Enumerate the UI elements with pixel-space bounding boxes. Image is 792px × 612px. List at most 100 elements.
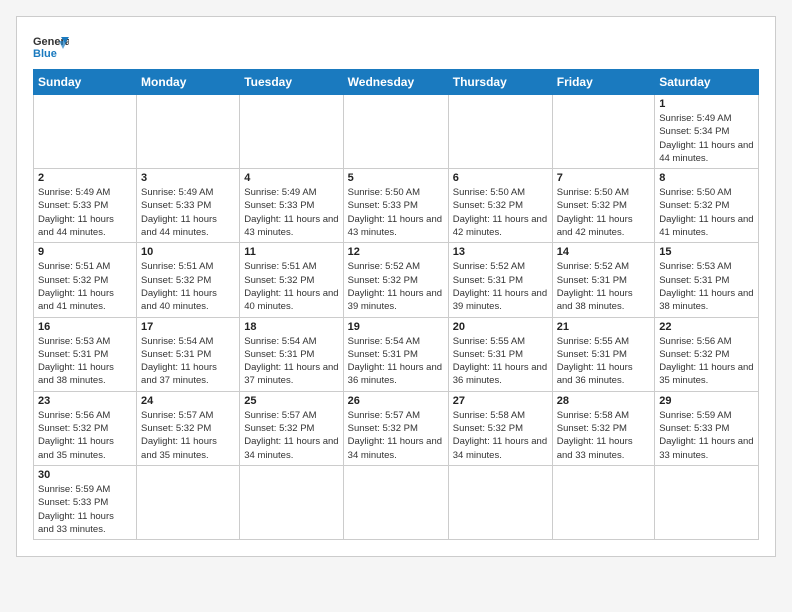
calendar-cell (137, 95, 240, 169)
calendar-cell: 18 Sunrise: 5:54 AM Sunset: 5:31 PM Dayli… (240, 317, 343, 391)
calendar-cell: 12Sunrise: 5:52 AM Sunset: 5:32 PM Dayli… (343, 243, 448, 317)
calendar-cell: 11 Sunrise: 5:51 AM Sunset: 5:32 PM Dayli… (240, 243, 343, 317)
calendar-cell (552, 465, 654, 539)
calendar-cell: 5Sunrise: 5:50 AM Sunset: 5:33 PM Daylig… (343, 169, 448, 243)
calendar-cell: 17 Sunrise: 5:54 AM Sunset: 5:31 PM Dayli… (137, 317, 240, 391)
calendar-day-header: Wednesday (343, 70, 448, 95)
calendar-cell: 26Sunrise: 5:57 AM Sunset: 5:32 PM Dayli… (343, 391, 448, 465)
cell-content: Sunrise: 5:51 AM Sunset: 5:32 PM Dayligh… (244, 260, 338, 313)
svg-text:Blue: Blue (33, 48, 57, 60)
day-number: 27 (453, 395, 548, 407)
calendar-week-row: 2 Sunrise: 5:49 AM Sunset: 5:33 PM Daylig… (34, 169, 759, 243)
calendar-day-header: Thursday (448, 70, 552, 95)
day-number: 16 (38, 321, 132, 333)
cell-content: Sunrise: 5:52 AM Sunset: 5:32 PM Dayligh… (348, 260, 444, 313)
cell-content: Sunrise: 5:53 AM Sunset: 5:31 PM Dayligh… (38, 335, 132, 388)
cell-content: Sunrise: 5:49 AM Sunset: 5:34 PM Dayligh… (659, 112, 754, 165)
calendar-cell: 2 Sunrise: 5:49 AM Sunset: 5:33 PM Daylig… (34, 169, 137, 243)
cell-content: Sunrise: 5:49 AM Sunset: 5:33 PM Dayligh… (141, 186, 235, 239)
calendar-cell: 4 Sunrise: 5:49 AM Sunset: 5:33 PM Daylig… (240, 169, 343, 243)
day-number: 3 (141, 172, 235, 184)
cell-content: Sunrise: 5:49 AM Sunset: 5:33 PM Dayligh… (38, 186, 132, 239)
day-number: 20 (453, 321, 548, 333)
day-number: 28 (557, 395, 650, 407)
cell-content: Sunrise: 5:58 AM Sunset: 5:32 PM Dayligh… (453, 409, 548, 462)
calendar-cell: 1 Sunrise: 5:49 AM Sunset: 5:34 PM Daylig… (655, 95, 759, 169)
calendar-cell (448, 95, 552, 169)
cell-content: Sunrise: 5:53 AM Sunset: 5:31 PM Dayligh… (659, 260, 754, 313)
day-number: 2 (38, 172, 132, 184)
cell-content: Sunrise: 5:51 AM Sunset: 5:32 PM Dayligh… (141, 260, 235, 313)
cell-content: Sunrise: 5:57 AM Sunset: 5:32 PM Dayligh… (141, 409, 235, 462)
cell-content: Sunrise: 5:56 AM Sunset: 5:32 PM Dayligh… (659, 335, 754, 388)
calendar-cell: 28 Sunrise: 5:58 AM Sunset: 5:32 PM Dayli… (552, 391, 654, 465)
calendar-cell: 8Sunrise: 5:50 AM Sunset: 5:32 PM Daylig… (655, 169, 759, 243)
day-number: 25 (244, 395, 338, 407)
day-number: 14 (557, 246, 650, 258)
cell-content: Sunrise: 5:59 AM Sunset: 5:33 PM Dayligh… (659, 409, 754, 462)
calendar-cell (343, 95, 448, 169)
cell-content: Sunrise: 5:50 AM Sunset: 5:32 PM Dayligh… (659, 186, 754, 239)
calendar-cell: 19Sunrise: 5:54 AM Sunset: 5:31 PM Dayli… (343, 317, 448, 391)
calendar-cell: 15Sunrise: 5:53 AM Sunset: 5:31 PM Dayli… (655, 243, 759, 317)
logo: General Blue (33, 33, 69, 61)
day-number: 30 (38, 469, 132, 481)
calendar-cell: 14 Sunrise: 5:52 AM Sunset: 5:31 PM Dayli… (552, 243, 654, 317)
calendar-cell (34, 95, 137, 169)
calendar-cell: 6Sunrise: 5:50 AM Sunset: 5:32 PM Daylig… (448, 169, 552, 243)
calendar-cell: 22Sunrise: 5:56 AM Sunset: 5:32 PM Dayli… (655, 317, 759, 391)
cell-content: Sunrise: 5:50 AM Sunset: 5:32 PM Dayligh… (557, 186, 650, 239)
calendar-week-row: 23Sunrise: 5:56 AM Sunset: 5:32 PM Dayli… (34, 391, 759, 465)
calendar-cell: 25 Sunrise: 5:57 AM Sunset: 5:32 PM Dayli… (240, 391, 343, 465)
calendar-cell (448, 465, 552, 539)
calendar-cell: 10 Sunrise: 5:51 AM Sunset: 5:32 PM Dayli… (137, 243, 240, 317)
logo-icon: General Blue (33, 33, 69, 61)
calendar-header-row: SundayMondayTuesdayWednesdayThursdayFrid… (34, 70, 759, 95)
day-number: 9 (38, 246, 132, 258)
calendar-cell: 20 Sunrise: 5:55 AM Sunset: 5:31 PM Dayli… (448, 317, 552, 391)
day-number: 24 (141, 395, 235, 407)
cell-content: Sunrise: 5:57 AM Sunset: 5:32 PM Dayligh… (244, 409, 338, 462)
cell-content: Sunrise: 5:55 AM Sunset: 5:31 PM Dayligh… (453, 335, 548, 388)
calendar-cell: 3 Sunrise: 5:49 AM Sunset: 5:33 PM Daylig… (137, 169, 240, 243)
day-number: 6 (453, 172, 548, 184)
cell-content: Sunrise: 5:56 AM Sunset: 5:32 PM Dayligh… (38, 409, 132, 462)
calendar-cell: 21Sunrise: 5:55 AM Sunset: 5:31 PM Dayli… (552, 317, 654, 391)
day-number: 18 (244, 321, 338, 333)
calendar-cell: 23Sunrise: 5:56 AM Sunset: 5:32 PM Dayli… (34, 391, 137, 465)
cell-content: Sunrise: 5:52 AM Sunset: 5:31 PM Dayligh… (557, 260, 650, 313)
day-number: 17 (141, 321, 235, 333)
calendar-cell: 13 Sunrise: 5:52 AM Sunset: 5:31 PM Dayli… (448, 243, 552, 317)
calendar-cell (240, 465, 343, 539)
cell-content: Sunrise: 5:51 AM Sunset: 5:32 PM Dayligh… (38, 260, 132, 313)
cell-content: Sunrise: 5:54 AM Sunset: 5:31 PM Dayligh… (244, 335, 338, 388)
day-number: 11 (244, 246, 338, 258)
cell-content: Sunrise: 5:52 AM Sunset: 5:31 PM Dayligh… (453, 260, 548, 313)
calendar-day-header: Tuesday (240, 70, 343, 95)
day-number: 1 (659, 98, 754, 110)
calendar-week-row: 1 Sunrise: 5:49 AM Sunset: 5:34 PM Daylig… (34, 95, 759, 169)
calendar-cell (655, 465, 759, 539)
calendar-week-row: 30Sunrise: 5:59 AM Sunset: 5:33 PM Dayli… (34, 465, 759, 539)
cell-content: Sunrise: 5:57 AM Sunset: 5:32 PM Dayligh… (348, 409, 444, 462)
calendar-cell: 16 Sunrise: 5:53 AM Sunset: 5:31 PM Dayli… (34, 317, 137, 391)
cell-content: Sunrise: 5:54 AM Sunset: 5:31 PM Dayligh… (141, 335, 235, 388)
page-header: General Blue (33, 33, 759, 61)
calendar-cell: 27 Sunrise: 5:58 AM Sunset: 5:32 PM Dayli… (448, 391, 552, 465)
calendar-cell: 7Sunrise: 5:50 AM Sunset: 5:32 PM Daylig… (552, 169, 654, 243)
calendar-day-header: Saturday (655, 70, 759, 95)
cell-content: Sunrise: 5:54 AM Sunset: 5:31 PM Dayligh… (348, 335, 444, 388)
calendar-cell: 30Sunrise: 5:59 AM Sunset: 5:33 PM Dayli… (34, 465, 137, 539)
day-number: 5 (348, 172, 444, 184)
cell-content: Sunrise: 5:49 AM Sunset: 5:33 PM Dayligh… (244, 186, 338, 239)
day-number: 10 (141, 246, 235, 258)
calendar-cell: 9 Sunrise: 5:51 AM Sunset: 5:32 PM Daylig… (34, 243, 137, 317)
cell-content: Sunrise: 5:58 AM Sunset: 5:32 PM Dayligh… (557, 409, 650, 462)
calendar-week-row: 9 Sunrise: 5:51 AM Sunset: 5:32 PM Daylig… (34, 243, 759, 317)
calendar-day-header: Monday (137, 70, 240, 95)
day-number: 4 (244, 172, 338, 184)
calendar-week-row: 16 Sunrise: 5:53 AM Sunset: 5:31 PM Dayli… (34, 317, 759, 391)
day-number: 29 (659, 395, 754, 407)
cell-content: Sunrise: 5:55 AM Sunset: 5:31 PM Dayligh… (557, 335, 650, 388)
day-number: 13 (453, 246, 548, 258)
